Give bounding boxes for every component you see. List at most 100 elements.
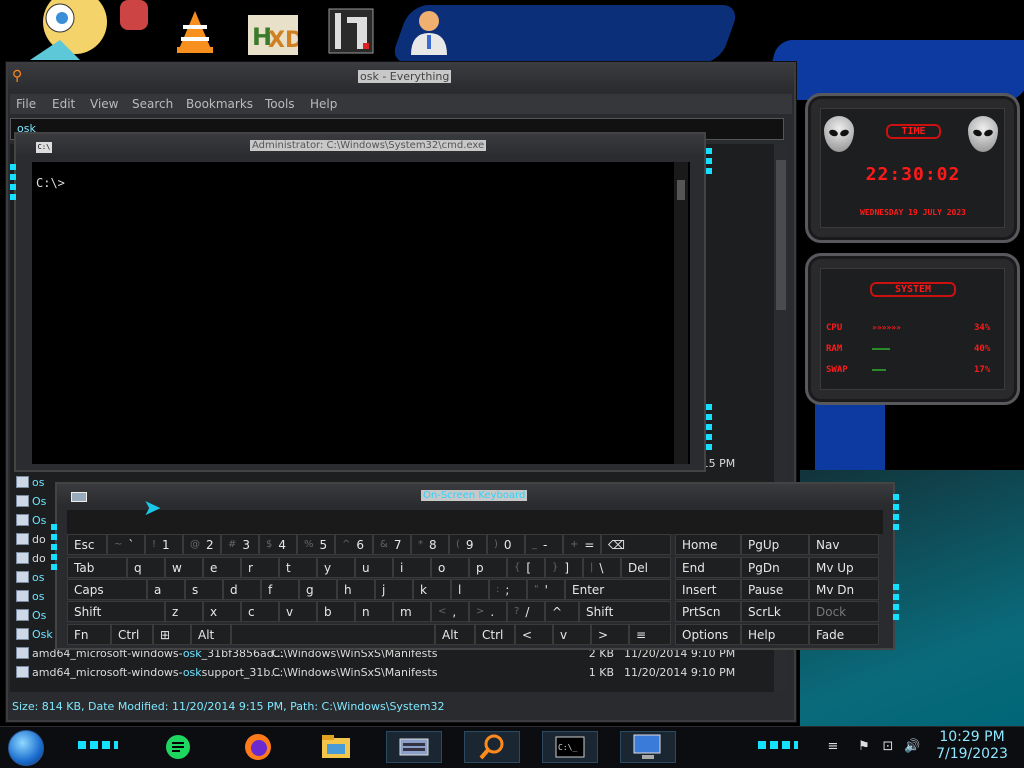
everything-app[interactable] [464,731,520,763]
key-pgdn[interactable]: PgDn [741,557,809,578]
key-4[interactable]: $4 [259,534,297,555]
key-enter[interactable]: Enter [565,579,671,600]
menu-edit[interactable]: Edit [52,97,75,111]
key-a[interactable]: a [147,579,185,600]
key-caps[interactable]: Caps [67,579,147,600]
remote-desktop-app[interactable] [620,731,676,763]
key-k[interactable]: k [413,579,451,600]
key-=[interactable]: + = [563,534,601,555]
key-shift-right[interactable]: Shift [579,601,671,622]
key-`[interactable]: ~ ` [107,534,145,555]
start-button[interactable] [8,730,44,766]
key-fn[interactable]: Fn [67,624,111,645]
key-mv-up[interactable]: Mv Up [809,557,879,578]
key-punct2-1[interactable]: >. [469,601,507,622]
key-b[interactable]: b [317,601,355,622]
key-x[interactable]: x [203,601,241,622]
cartoon-character-icon[interactable] [20,0,150,60]
key-punct-1[interactable]: " ' [527,579,565,600]
show-hidden-icons[interactable]: ≡ [822,739,844,755]
key-nav[interactable]: Nav [809,534,879,555]
key-y[interactable]: y [317,557,355,578]
key-menu[interactable]: ≡ [629,624,671,645]
key-n[interactable]: n [355,601,393,622]
key-s[interactable]: s [185,579,223,600]
key-q[interactable]: q [127,557,165,578]
clock[interactable]: 10:29 PM 7/19/2023 [926,729,1018,763]
key-alt-left[interactable]: Alt [191,624,231,645]
key-6[interactable]: ^ 6 [335,534,373,555]
osk-app[interactable] [386,731,442,763]
title-bar[interactable]: C:\ Administrator: C:\Windows\System32\c… [16,134,704,158]
key-t[interactable]: t [279,557,317,578]
title-bar[interactable]: On-Screen Keyboard [57,484,893,506]
key-l[interactable]: l [451,579,489,600]
menu-bookmarks[interactable]: Bookmarks [186,97,253,111]
key-dock[interactable]: Dock [809,601,879,622]
key-left-arrow[interactable]: < [515,624,553,645]
key-d[interactable]: d [223,579,261,600]
menu-file[interactable]: File [16,97,36,111]
key-scrlk[interactable]: ScrLk [741,601,809,622]
key-r[interactable]: r [241,557,279,578]
notepad-app[interactable] [150,731,206,763]
key-alt-right[interactable]: Alt [435,624,475,645]
key-pause[interactable]: Pause [741,579,809,600]
key-up-arrow[interactable]: ^ [545,601,579,622]
firefox-app[interactable] [230,731,286,763]
key-punct2-2[interactable]: ? / [507,601,545,622]
key-o[interactable]: o [431,557,469,578]
key-bracket-0[interactable]: {[ [507,557,545,578]
key-shift-left[interactable]: Shift [67,601,165,622]
key-0[interactable]: ) 0 [487,534,525,555]
key-esc[interactable]: Esc [67,534,107,555]
key-u[interactable]: u [355,557,393,578]
key-3[interactable]: #3 [221,534,259,555]
key-prtscn[interactable]: PrtScn [675,601,741,622]
key-backspace[interactable]: ⌫ [601,534,671,555]
key-fade[interactable]: Fade [809,624,879,645]
key-punct2-0[interactable]: <, [431,601,469,622]
key-del[interactable]: Del [621,557,671,578]
key-c[interactable]: c [241,601,279,622]
flag-icon[interactable]: ⚑ [856,739,872,755]
title-bar[interactable]: ⚲ osk - Everything [8,64,794,90]
key-v[interactable]: v [279,601,317,622]
key-pgup[interactable]: PgUp [741,534,809,555]
key-space[interactable] [231,624,435,645]
console-scrollbar[interactable] [674,162,688,464]
key-1[interactable]: ! 1 [145,534,183,555]
volume-icon[interactable]: 🔊 [904,739,920,755]
key-ctrl-right[interactable]: Ctrl [475,624,515,645]
cheat-engine-icon[interactable] [326,6,376,56]
key-options[interactable]: Options [675,624,741,645]
key-bracket-2[interactable]: | \ [583,557,621,578]
key--[interactable]: _ - [525,534,563,555]
key-g[interactable]: g [299,579,337,600]
vlc-icon[interactable] [170,6,220,56]
menu-help[interactable]: Help [310,97,337,111]
windows-key-icon[interactable]: ⊞ [153,624,191,645]
key-e[interactable]: e [203,557,241,578]
key-ctrl-left[interactable]: Ctrl [111,624,153,645]
key-9[interactable]: (9 [449,534,487,555]
key-z[interactable]: z [165,601,203,622]
key-mv-dn[interactable]: Mv Dn [809,579,879,600]
table-row[interactable]: amd64_microsoft-windows-osksupport_31b..… [10,663,774,682]
file-explorer-app[interactable] [308,731,364,763]
key-5[interactable]: % 5 [297,534,335,555]
network-icon[interactable]: ⊡ [880,739,896,755]
key-down-arrow[interactable]: v [553,624,591,645]
menu-tools[interactable]: Tools [265,97,295,111]
key-help[interactable]: Help [741,624,809,645]
key-h[interactable]: h [337,579,375,600]
key-punct-0[interactable]: :; [489,579,527,600]
key-2[interactable]: @2 [183,534,221,555]
key-home[interactable]: Home [675,534,741,555]
key-7[interactable]: & 7 [373,534,411,555]
key-8[interactable]: * 8 [411,534,449,555]
menu-view[interactable]: View [90,97,118,111]
console-area[interactable]: C:\> [32,162,690,464]
menu-search[interactable]: Search [132,97,173,111]
cmd-app[interactable]: C:\_ [542,731,598,763]
